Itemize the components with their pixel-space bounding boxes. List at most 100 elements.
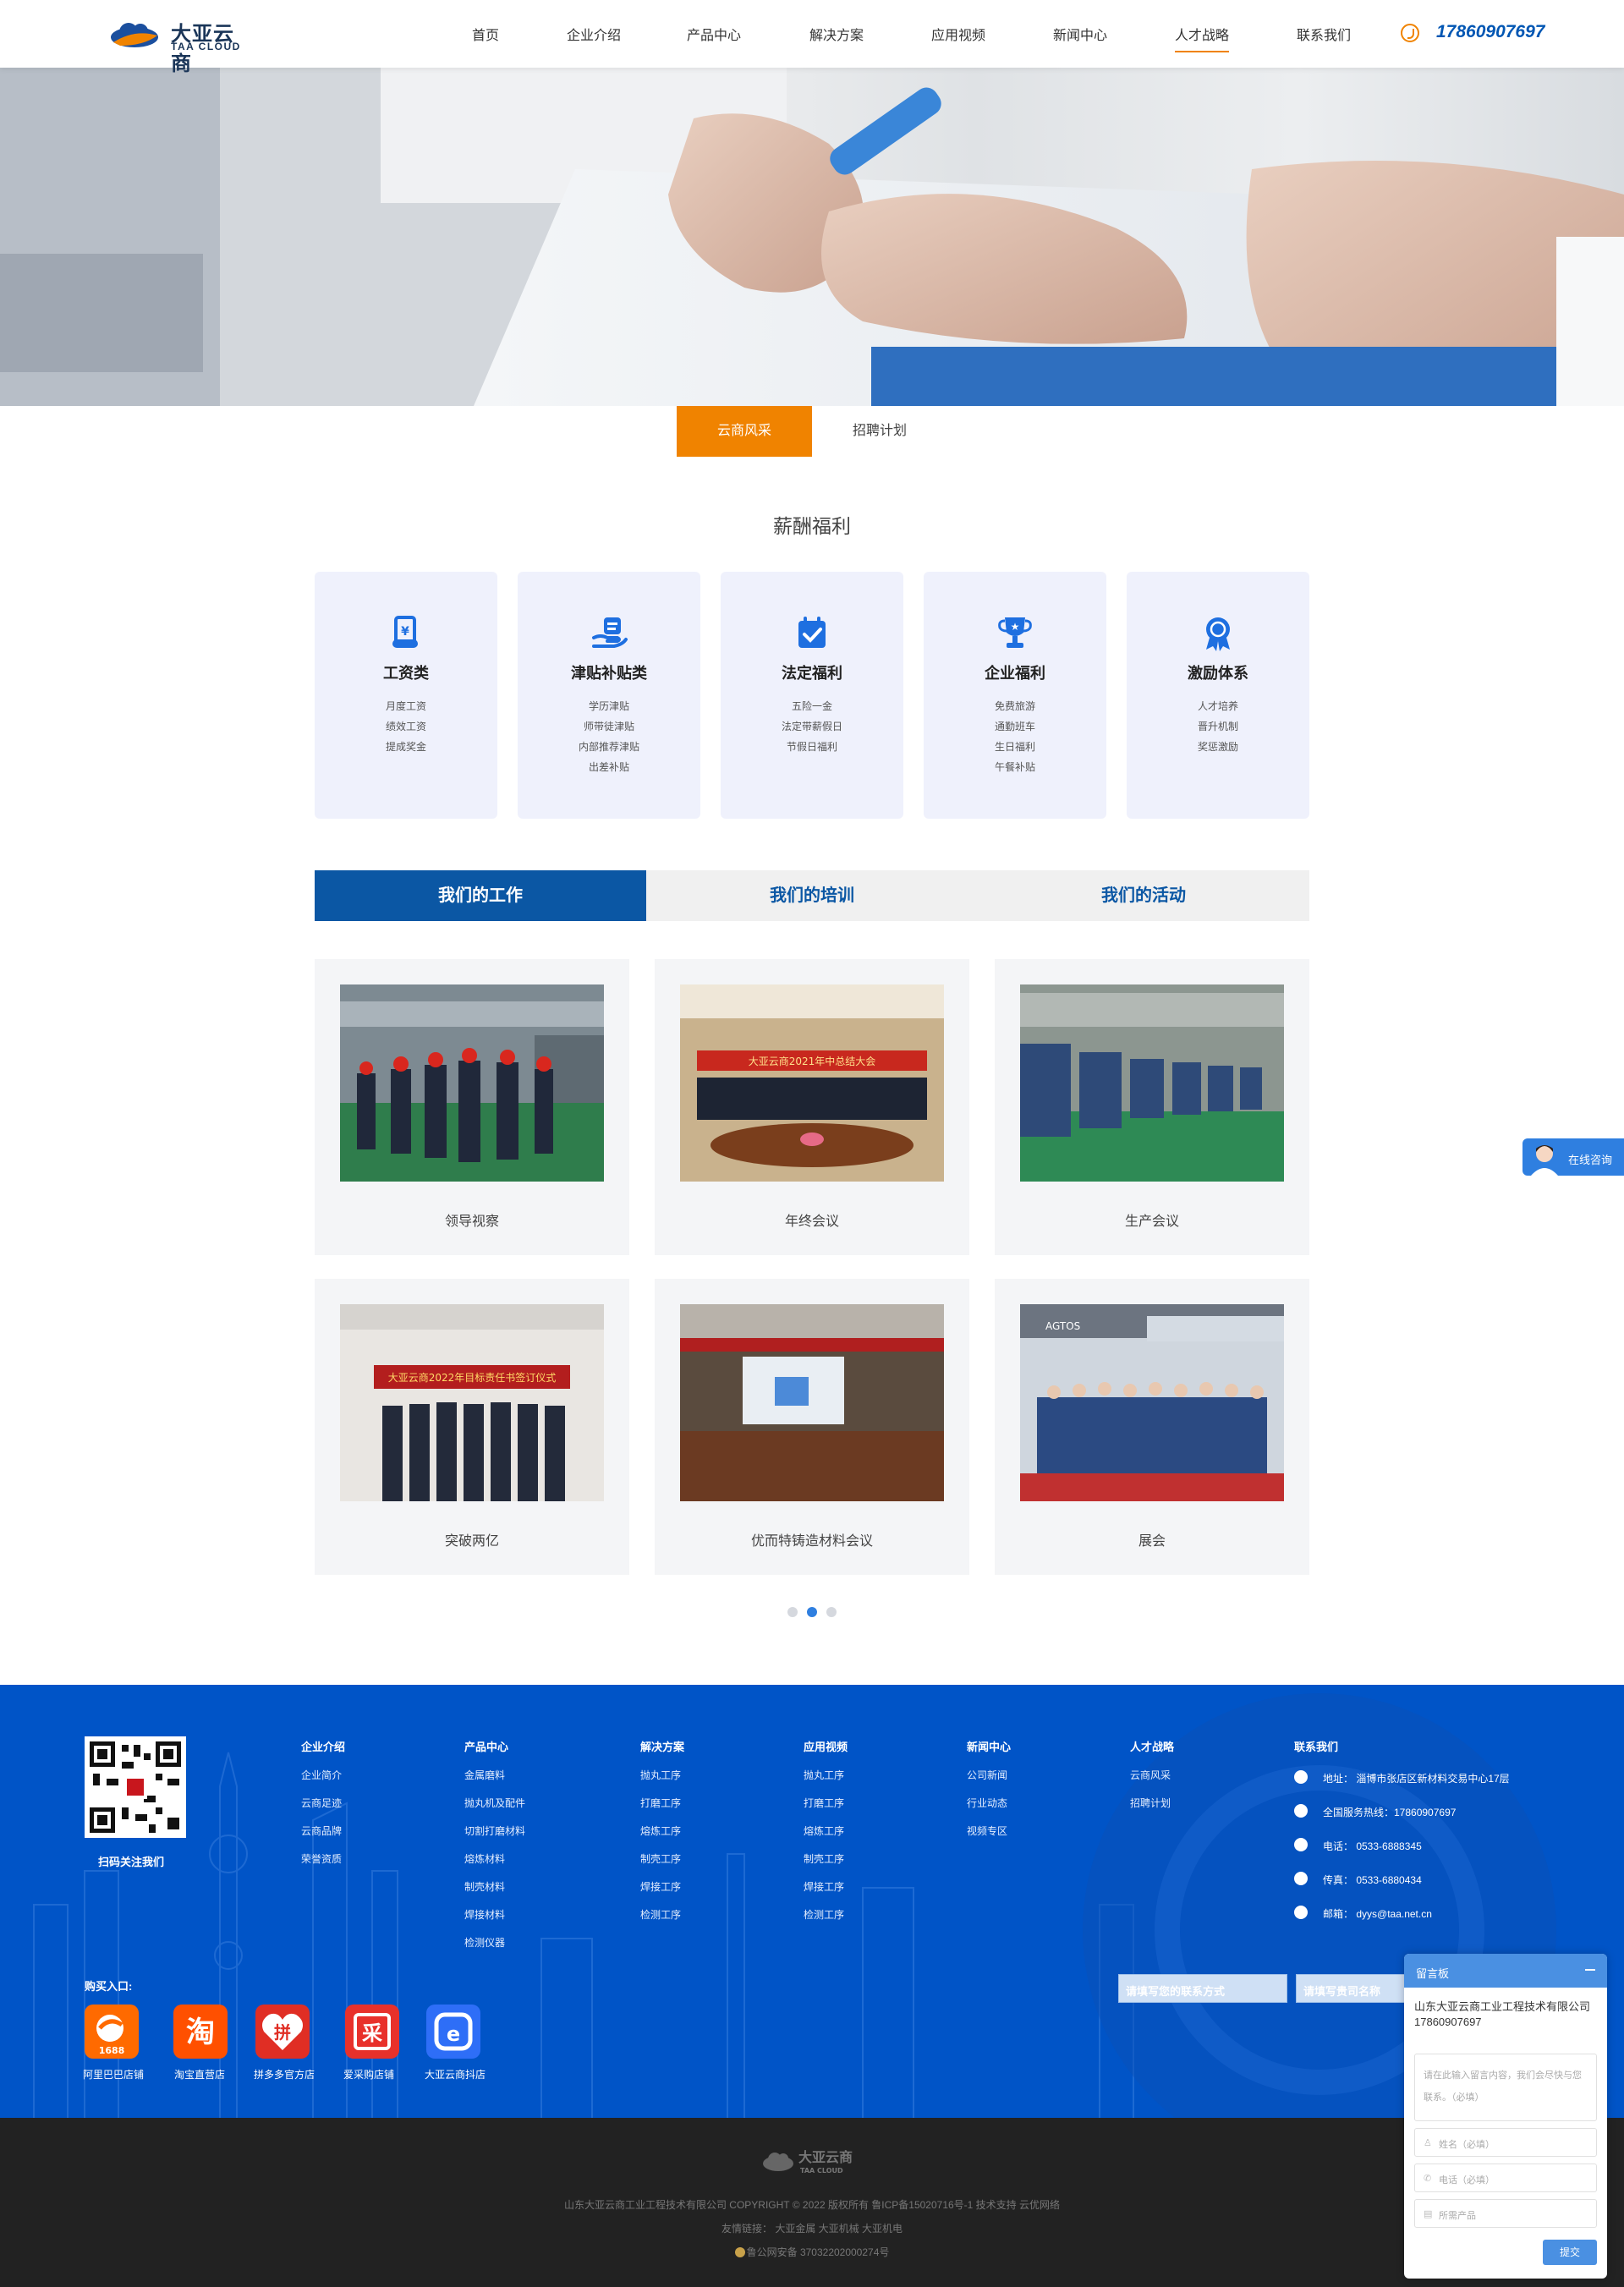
footer-col-title[interactable]: 应用视频 — [804, 1738, 848, 1754]
photo-year-end-meeting: 大亚云商2021年中总结大会 — [680, 984, 944, 1182]
tab-our-activities[interactable]: 我们的活动 — [978, 870, 1309, 921]
hero-banner — [0, 68, 1624, 406]
photo-card[interactable]: 大亚云商2022年目标责任书签订仪式 突破两亿 — [315, 1279, 629, 1575]
police-record[interactable]: 鲁公网安备 37032202000274号 — [0, 2245, 1624, 2259]
pagination-dot-1[interactable] — [787, 1607, 798, 1617]
placeholder: 姓名（必填） — [1439, 2140, 1495, 2150]
footer-link[interactable]: 检测工序 — [804, 1907, 844, 1922]
footer-link[interactable]: 熔炼工序 — [804, 1824, 844, 1838]
shop-glyph: 采 — [362, 2021, 382, 2045]
salary-card-incentive: 激励体系 人才培养 晋升机制 奖惩激励 — [1127, 572, 1309, 819]
nav-products[interactable]: 产品中心 — [687, 24, 741, 52]
footer-link[interactable]: 云商风采 — [1130, 1768, 1171, 1782]
aicaigou-icon[interactable]: 采 — [345, 2005, 399, 2059]
footer-link[interactable]: 制壳材料 — [464, 1879, 505, 1894]
online-consult-button[interactable]: 在线咨询 — [1522, 1138, 1624, 1176]
footer-link[interactable]: 招聘计划 — [1130, 1796, 1171, 1810]
footer-link[interactable]: 行业动态 — [967, 1796, 1007, 1810]
message-content-input[interactable]: 请在此输入留言内容，我们会尽快与您联系。（必填） — [1414, 2054, 1597, 2121]
card-item: 免费旅游 — [994, 700, 1035, 712]
footer-link[interactable]: 公司新闻 — [967, 1768, 1007, 1782]
footer-link[interactable]: 打磨工序 — [804, 1796, 844, 1810]
footer-link[interactable]: 制壳工序 — [640, 1851, 681, 1866]
footer-link[interactable]: 焊接材料 — [464, 1907, 505, 1922]
allowance-hand-icon — [592, 617, 628, 648]
qr-code-image — [85, 1736, 186, 1838]
card-title: 法定福利 — [782, 665, 842, 682]
salary-card-allowance: 津贴补贴类 学历津贴 师带徒津贴 内部推荐津贴 出差补贴 — [518, 572, 700, 819]
photo-card[interactable]: 生产会议 — [995, 959, 1309, 1255]
footer-link[interactable]: 焊接工序 — [804, 1879, 844, 1894]
footer-link[interactable]: 焊接工序 — [640, 1879, 681, 1894]
nav-home[interactable]: 首页 — [472, 24, 499, 52]
footer-col-title[interactable]: 产品中心 — [464, 1738, 508, 1754]
footer-link[interactable]: 企业简介 — [301, 1768, 342, 1782]
message-submit-button[interactable]: 提交 — [1543, 2240, 1597, 2265]
nav-videos[interactable]: 应用视频 — [931, 24, 985, 52]
footer-link[interactable]: 抛丸工序 — [804, 1768, 844, 1782]
douyin-shop-icon: e — [434, 2012, 473, 2051]
footer-col-title[interactable]: 企业介绍 — [301, 1738, 345, 1754]
footer-link[interactable]: 视频专区 — [967, 1824, 1007, 1838]
salary-card-wage: ¥ 工资类 月度工资 绩效工资 提成奖金 — [315, 572, 497, 819]
footer-link[interactable]: 检测工序 — [640, 1907, 681, 1922]
pagination-dot-3[interactable] — [826, 1607, 837, 1617]
minimize-icon[interactable] — [1585, 1969, 1595, 1971]
footer-col-title[interactable]: 人才战略 — [1130, 1738, 1174, 1754]
photo-card[interactable]: 领导视察 — [315, 959, 629, 1255]
message-board-header[interactable]: 留言板 — [1404, 1954, 1607, 1988]
nav-solutions[interactable]: 解决方案 — [809, 24, 864, 52]
alibaba-1688-icon[interactable]: 1688 — [85, 2005, 139, 2059]
shop-label[interactable]: 淘宝直营店 — [174, 2067, 225, 2081]
logo[interactable]: 大亚云商 TAA CLOUD — [110, 15, 254, 75]
card-title: 企业福利 — [985, 665, 1045, 682]
message-phone-input[interactable]: ✆ 电话（必填） — [1414, 2164, 1597, 2192]
footer-link[interactable]: 打磨工序 — [640, 1796, 681, 1810]
footer-link[interactable]: 金属磨料 — [464, 1768, 505, 1782]
placeholder: 所需产品 — [1439, 2211, 1476, 2221]
douyin-shop-icon[interactable]: e — [426, 2005, 480, 2059]
shop-label[interactable]: 拼多多官方店 — [254, 2067, 315, 2081]
footer-link[interactable]: 熔炼工序 — [640, 1824, 681, 1838]
footer-link[interactable]: 抛丸工序 — [640, 1768, 681, 1782]
nav-contact[interactable]: 联系我们 — [1297, 24, 1351, 52]
pinduoduo-icon[interactable]: 拼 — [255, 2005, 310, 2059]
footer-link[interactable]: 云商品牌 — [301, 1824, 342, 1838]
message-product-input[interactable]: ▤ 所需产品 — [1414, 2199, 1597, 2228]
card-item: 月度工资 — [385, 700, 426, 712]
message-name-input[interactable]: ♙ 姓名（必填） — [1414, 2128, 1597, 2157]
photo-caption: 展会 — [1138, 1534, 1166, 1549]
nav-news[interactable]: 新闻中心 — [1053, 24, 1107, 52]
tab-recruit[interactable]: 招聘计划 — [812, 406, 947, 457]
footer-link[interactable]: 切割打磨材料 — [464, 1824, 525, 1838]
friend-links[interactable]: 友情链接： 大亚金属 大亚机械 大亚机电 — [0, 2221, 1624, 2235]
pagination-dot-2[interactable] — [807, 1607, 817, 1617]
nav-talent[interactable]: 人才战略 — [1175, 24, 1230, 52]
shop-label[interactable]: 大亚云商抖店 — [425, 2067, 486, 2081]
card-title: 激励体系 — [1188, 665, 1248, 682]
tab-our-training[interactable]: 我们的培训 — [646, 870, 978, 921]
tab-style[interactable]: 云商风采 — [677, 406, 812, 457]
photo-caption: 优而特铸造材料会议 — [750, 1534, 873, 1549]
shop-label[interactable]: 阿里巴巴店铺 — [83, 2067, 144, 2081]
photo-card[interactable]: 优而特铸造材料会议 — [655, 1279, 969, 1575]
footer-link[interactable]: 抛丸机及配件 — [464, 1796, 525, 1810]
footer-link[interactable]: 检测仪器 — [464, 1935, 505, 1950]
photo-card[interactable]: AGTOS 展会 — [995, 1279, 1309, 1575]
footer-col-title[interactable]: 新闻中心 — [967, 1738, 1011, 1754]
photo-caption: 突破两亿 — [444, 1534, 499, 1549]
photo-production-meeting — [1020, 984, 1284, 1182]
tab-our-work[interactable]: 我们的工作 — [315, 870, 646, 921]
calendar-check-icon — [798, 617, 826, 648]
nav-about[interactable]: 企业介绍 — [567, 24, 621, 52]
footer-link[interactable]: 荣誉资质 — [301, 1851, 342, 1866]
card-item: 五险一金 — [791, 700, 832, 712]
shop-label[interactable]: 爱采购店铺 — [343, 2067, 394, 2081]
footer-col-title[interactable]: 解决方案 — [640, 1738, 684, 1754]
taobao-icon[interactable]: 淘 — [173, 2005, 228, 2059]
footer-contact-input[interactable]: 请填写您的联系方式 — [1118, 1974, 1287, 2003]
footer-link[interactable]: 云商足迹 — [301, 1796, 342, 1810]
photo-card[interactable]: 大亚云商2021年中总结大会 年终会议 — [655, 959, 969, 1255]
footer-link[interactable]: 熔炼材料 — [464, 1851, 505, 1866]
footer-link[interactable]: 制壳工序 — [804, 1851, 844, 1866]
